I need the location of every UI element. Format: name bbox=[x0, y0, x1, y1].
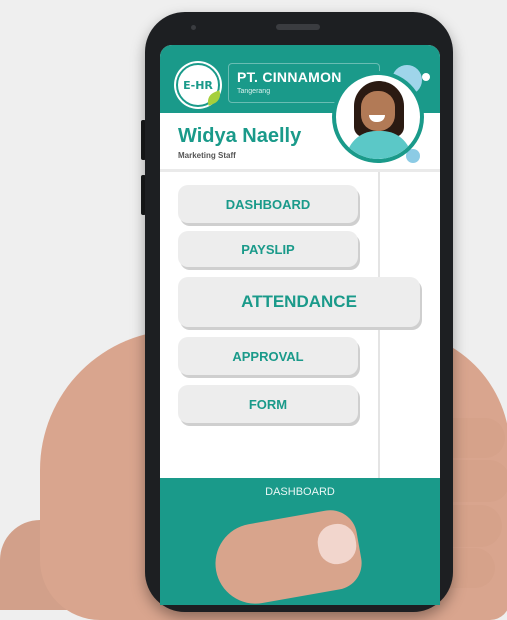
payslip-button[interactable]: PAYSLIP bbox=[178, 231, 358, 267]
logo-text: E-HR bbox=[183, 78, 213, 92]
attendance-button[interactable]: ATTENDANCE bbox=[178, 277, 420, 327]
dashboard-button[interactable]: DASHBOARD bbox=[178, 185, 358, 223]
user-role: Marketing Staff bbox=[178, 151, 236, 160]
header-divider bbox=[160, 169, 440, 172]
user-name: Widya Naelly bbox=[178, 125, 302, 147]
phone-speaker bbox=[276, 24, 320, 30]
ehr-logo-icon: E-HR bbox=[176, 63, 224, 107]
phone-camera bbox=[191, 25, 196, 30]
company-city: Tangerang bbox=[237, 88, 271, 95]
avatar-body bbox=[346, 131, 412, 159]
approval-button[interactable]: APPROVAL bbox=[178, 337, 358, 375]
decorative-circle bbox=[422, 73, 430, 81]
company-name: PT. CINNAMON bbox=[237, 69, 342, 85]
form-button[interactable]: FORM bbox=[178, 385, 358, 423]
user-avatar-icon[interactable] bbox=[332, 71, 424, 163]
leaf-icon bbox=[204, 90, 224, 106]
bottom-nav-dashboard[interactable]: DASHBOARD bbox=[160, 486, 440, 498]
avatar-face bbox=[361, 91, 395, 131]
